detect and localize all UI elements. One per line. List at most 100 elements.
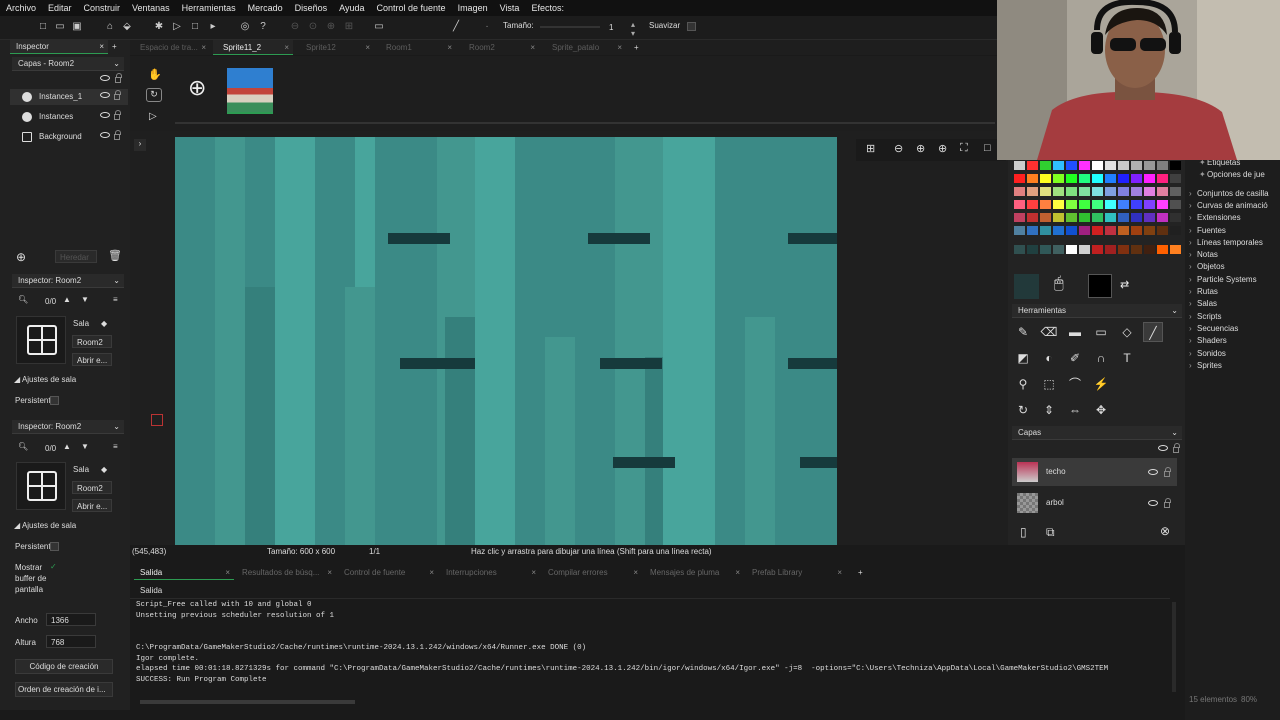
- color-swatch[interactable]: [1027, 245, 1038, 254]
- color-swatch[interactable]: [1157, 161, 1168, 170]
- menu-item[interactable]: Diseños: [289, 3, 334, 13]
- color-swatch[interactable]: [1027, 200, 1038, 209]
- search-icon[interactable]: 🔍︎: [18, 442, 28, 451]
- color-swatch[interactable]: [1144, 174, 1155, 183]
- color-swatch[interactable]: [1040, 174, 1051, 183]
- asset-folder[interactable]: ✦Opciones de jue: [1199, 169, 1265, 181]
- help-icon[interactable]: ?: [256, 20, 270, 34]
- close-icon[interactable]: ×: [429, 566, 434, 580]
- add-layer-icon[interactable]: ⊕: [16, 250, 26, 264]
- color-swatch[interactable]: [1105, 187, 1116, 196]
- color-swatch[interactable]: [1092, 245, 1103, 254]
- tag-icon[interactable]: ◆: [101, 465, 107, 474]
- asset-folder[interactable]: › Particle Systems: [1189, 274, 1257, 286]
- fill-ellipse-icon[interactable]: ◐: [1039, 348, 1059, 368]
- color-swatch[interactable]: [1170, 213, 1181, 222]
- color-swatch[interactable]: [1053, 226, 1064, 235]
- doc-tab[interactable]: Espacio de tra... ×: [130, 40, 210, 55]
- color-swatch[interactable]: [1079, 213, 1090, 222]
- lock-icon[interactable]: [1173, 443, 1180, 454]
- loop-icon[interactable]: ↻: [146, 88, 162, 102]
- target-icon[interactable]: ◎: [238, 20, 252, 34]
- color-swatch[interactable]: [1053, 245, 1064, 254]
- pencil-icon[interactable]: ✎: [1013, 322, 1033, 342]
- frame-thumbnail[interactable]: [227, 68, 273, 114]
- color-swatch[interactable]: [1079, 187, 1090, 196]
- color-swatch[interactable]: [1040, 213, 1051, 222]
- output-tab[interactable]: Salida ×: [134, 566, 234, 580]
- output-tab[interactable]: Prefab Library ×: [746, 566, 846, 580]
- close-icon[interactable]: ×: [284, 40, 289, 55]
- expand-arrow-icon[interactable]: ›: [134, 139, 146, 151]
- add-tab-icon[interactable]: +: [634, 43, 639, 52]
- color-swatch[interactable]: [1105, 213, 1116, 222]
- brush-icon[interactable]: ✐: [1065, 348, 1085, 368]
- color-swatch[interactable]: [1144, 226, 1155, 235]
- color-swatch[interactable]: [1131, 174, 1142, 183]
- text-icon[interactable]: T: [1117, 348, 1137, 368]
- color-swatch[interactable]: [1131, 187, 1142, 196]
- color-swatch[interactable]: [1157, 245, 1168, 254]
- menu-item[interactable]: Imagen: [452, 3, 494, 13]
- close-icon[interactable]: ×: [633, 566, 638, 580]
- doc-tab[interactable]: Sprite_patalo ×: [542, 40, 626, 55]
- color-swatch[interactable]: [1105, 161, 1116, 170]
- asset-folder[interactable]: › Fuentes: [1189, 225, 1226, 237]
- swap-colors-icon[interactable]: ⇄: [1120, 278, 1129, 291]
- clean-icon[interactable]: ⌂: [103, 20, 117, 34]
- line-fill-icon[interactable]: ▬: [1065, 322, 1085, 342]
- color-swatch[interactable]: [1014, 187, 1025, 196]
- width-field[interactable]: 1366: [46, 613, 96, 626]
- color-swatch[interactable]: [1027, 187, 1038, 196]
- add-tab-icon[interactable]: +: [112, 42, 117, 51]
- magic-wand-icon[interactable]: ⚡: [1091, 374, 1111, 394]
- color-swatch[interactable]: [1066, 213, 1077, 222]
- persistent-checkbox[interactable]: [50, 542, 59, 551]
- doc-tab[interactable]: Sprite12 ×: [296, 40, 374, 55]
- color-swatch[interactable]: [1066, 245, 1077, 254]
- color-swatch[interactable]: [1144, 187, 1155, 196]
- color-swatch[interactable]: [1092, 174, 1103, 183]
- color-swatch[interactable]: [1092, 226, 1103, 235]
- asset-folder[interactable]: › Conjuntos de casilla: [1189, 188, 1269, 200]
- color-swatch[interactable]: [1014, 226, 1025, 235]
- menu-item[interactable]: Control de fuente: [371, 3, 452, 13]
- asset-folder[interactable]: › Notas: [1189, 249, 1218, 261]
- room-name-field[interactable]: Room2: [72, 481, 112, 494]
- color-swatch[interactable]: [1105, 174, 1116, 183]
- play-icon[interactable]: ▷: [149, 111, 157, 122]
- layers-dropdown[interactable]: Capas - Room2 ⌄: [12, 57, 124, 71]
- color-swatch[interactable]: [1092, 213, 1103, 222]
- open-editor-button[interactable]: Abrir e...: [72, 499, 112, 512]
- color-swatch[interactable]: [1105, 245, 1116, 254]
- color-swatch[interactable]: [1157, 174, 1168, 183]
- eraser-icon[interactable]: ⌫: [1039, 322, 1059, 342]
- asset-folder[interactable]: › Rutas: [1189, 286, 1218, 298]
- color-swatch[interactable]: [1118, 200, 1129, 209]
- lock-icon[interactable]: [114, 129, 121, 145]
- output-tab[interactable]: Resultados de búsq... ×: [236, 566, 336, 580]
- color-swatch[interactable]: [1131, 245, 1142, 254]
- asset-folder[interactable]: › Sprites: [1189, 360, 1222, 372]
- color-swatch[interactable]: [1040, 200, 1051, 209]
- horizontal-scrollbar[interactable]: [140, 700, 355, 704]
- run-next-icon[interactable]: ▸: [206, 20, 220, 34]
- smooth-checkbox[interactable]: [687, 22, 696, 31]
- color-swatch[interactable]: [1170, 200, 1181, 209]
- creation-order-button[interactable]: Orden de creación de i...: [15, 682, 113, 697]
- room-inspector-header-2[interactable]: Inspector: Room2 ⌄: [12, 420, 124, 434]
- color-swatch[interactable]: [1040, 187, 1051, 196]
- eye-icon[interactable]: [100, 89, 110, 105]
- close-icon[interactable]: ×: [735, 566, 740, 580]
- add-layer-icon[interactable]: ▯: [1020, 525, 1027, 539]
- color-swatch[interactable]: [1079, 161, 1090, 170]
- debug-icon[interactable]: ✱: [152, 20, 166, 34]
- arrow-up-icon[interactable]: ▲: [63, 295, 71, 304]
- room-settings-section[interactable]: ◢ Ajustes de sala: [14, 375, 124, 384]
- doc-tab[interactable]: Room1 ×: [376, 40, 456, 55]
- zoom-out-icon[interactable]: ⊖: [288, 20, 302, 34]
- color-swatch[interactable]: [1157, 226, 1168, 235]
- color-swatch[interactable]: [1079, 245, 1090, 254]
- color-swatch[interactable]: [1131, 213, 1142, 222]
- checkmark-icon[interactable]: ✓: [50, 562, 57, 571]
